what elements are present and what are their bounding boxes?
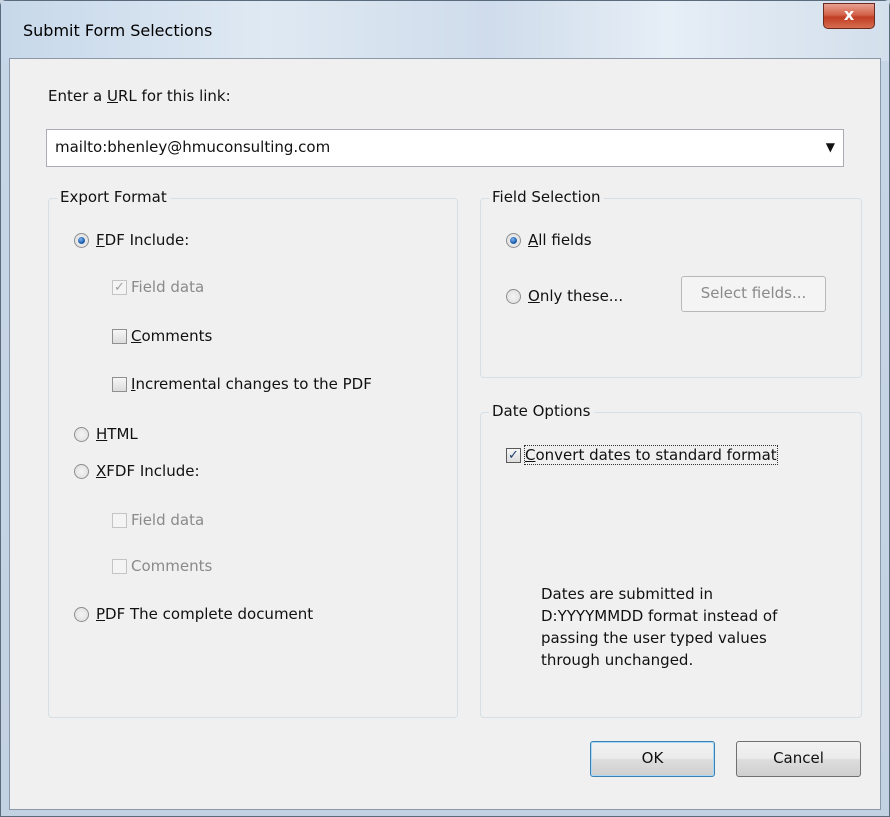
date-note-line: through unchanged. [541,651,694,669]
xfdf-label: XFDF Include: [96,462,200,480]
xfdf-comments-option: Comments [112,557,212,575]
export-format-title: Export Format [57,188,170,206]
close-button[interactable]: x [823,3,875,29]
only-these-radio[interactable] [506,288,521,304]
xfdf-comments-checkbox [112,558,127,574]
url-label-prefix: Enter a [48,87,107,105]
convert-dates-checkbox[interactable]: ✓ [506,447,521,463]
fdf-comments-option[interactable]: Comments [112,327,212,345]
field-selection-group: Field Selection All fields Only these...… [480,188,862,378]
url-input-value[interactable]: mailto:bhenley@hmuconsulting.com [55,138,330,156]
fdf-incremental-checkbox[interactable] [112,376,127,392]
date-options-group: Date Options ✓ Convert dates to standard… [480,402,862,718]
export-format-group: Export Format FDF Include: ✓ Field data … [48,188,458,718]
url-label-suffix: RL for this link: [117,87,231,105]
xfdf-field-data-checkbox [112,512,127,528]
fdf-field-data-checkbox: ✓ [112,279,127,295]
fdf-incremental-option[interactable]: Incremental changes to the PDF [112,375,372,393]
select-fields-button[interactable]: Select fields... [681,276,826,312]
html-radio[interactable] [74,426,89,442]
date-options-title: Date Options [489,402,594,420]
all-fields-option[interactable]: All fields [506,231,592,249]
dialog-window: Submit Form Selections x Enter a URL for… [0,0,890,817]
window-title: Submit Form Selections [23,21,213,40]
fdf-field-data-label: Field data [131,278,205,296]
xfdf-radio[interactable] [74,463,89,479]
fdf-incremental-label: Incremental changes to the PDF [131,375,372,393]
pdf-radio[interactable] [74,606,89,622]
chevron-down-icon[interactable]: ▼ [826,140,835,154]
fdf-radio-option[interactable]: FDF Include: [74,231,189,249]
xfdf-field-data-label: Field data [131,511,205,529]
url-combobox[interactable]: mailto:bhenley@hmuconsulting.com ▼ [46,129,844,167]
title-bar[interactable]: Submit Form Selections x [1,1,889,61]
date-note-line: passing the user typed values [541,629,767,647]
fdf-field-data-option: ✓ Field data [112,278,204,296]
date-note-line: Dates are submitted in [541,585,714,603]
fdf-label: FDF Include: [96,231,190,249]
dialog-client-area: Enter a URL for this link: mailto:bhenle… [9,58,881,810]
ok-button[interactable]: OK [590,741,715,777]
xfdf-field-data-option: Field data [112,511,204,529]
all-fields-radio[interactable] [506,232,521,248]
close-icon: x [843,5,855,24]
convert-dates-option[interactable]: ✓ Convert dates to standard format [506,445,778,465]
only-these-label: Only these... [528,287,624,305]
field-selection-title: Field Selection [489,188,604,206]
url-label-accel: U [107,87,118,105]
convert-dates-label: Convert dates to standard format [524,445,778,465]
all-fields-label: All fields [528,231,592,249]
fdf-comments-label: Comments [131,327,213,345]
cancel-button[interactable]: Cancel [736,741,861,777]
url-label: Enter a URL for this link: [48,87,231,105]
fdf-radio[interactable] [74,232,89,248]
date-format-note: Dates are submitted in D:YYYYMMDD format… [541,583,841,671]
html-label: HTML [96,425,138,443]
xfdf-radio-option[interactable]: XFDF Include: [74,462,200,480]
only-these-option[interactable]: Only these... [506,287,623,305]
fdf-comments-checkbox[interactable] [112,328,127,344]
xfdf-comments-label: Comments [131,557,213,575]
pdf-label: PDF The complete document [96,605,314,623]
date-note-line: D:YYYYMMDD format instead of [541,607,778,625]
pdf-radio-option[interactable]: PDF The complete document [74,605,313,623]
html-radio-option[interactable]: HTML [74,425,138,443]
